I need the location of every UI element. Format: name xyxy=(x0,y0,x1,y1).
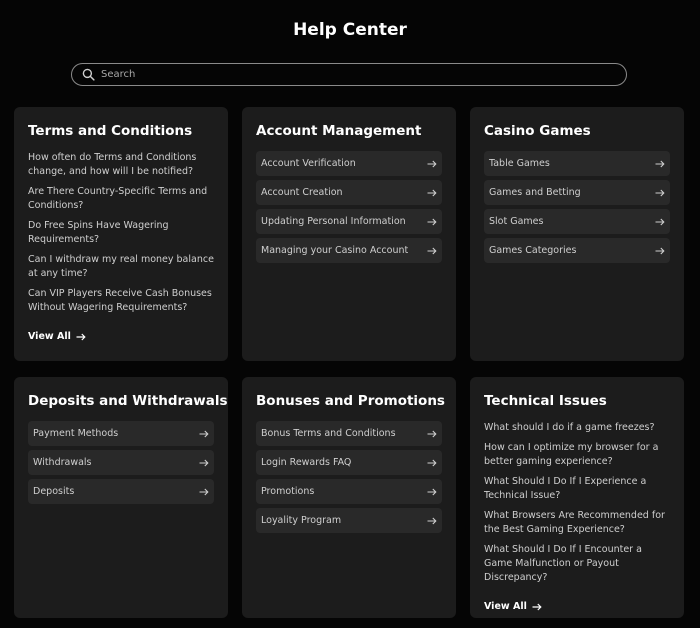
link-list: Bonus Terms and Conditions Login Rewards… xyxy=(256,421,442,533)
link-label: Payment Methods xyxy=(33,428,119,439)
link-label: Slot Games xyxy=(489,216,544,227)
link-item[interactable]: Promotions xyxy=(256,479,442,504)
link-item[interactable]: Updating Personal Information xyxy=(256,209,442,234)
link-item[interactable]: Withdrawals xyxy=(28,450,214,475)
link-label: Games and Betting xyxy=(489,187,581,198)
search-input[interactable] xyxy=(101,69,601,80)
arrow-right-icon xyxy=(76,333,86,340)
link-item[interactable]: Payment Methods xyxy=(28,421,214,446)
card-bonuses-and-promotions: Bonuses and Promotions Bonus Terms and C… xyxy=(242,377,456,618)
search-bar[interactable] xyxy=(71,63,627,86)
arrow-right-icon xyxy=(427,218,437,225)
faq-item[interactable]: Can I withdraw my real money balance at … xyxy=(28,253,214,281)
arrow-right-icon xyxy=(532,603,542,610)
view-all-link[interactable]: View All xyxy=(28,331,86,342)
card-title: Casino Games xyxy=(484,123,591,139)
card-technical-issues: Technical Issues What should I do if a g… xyxy=(470,377,684,618)
link-item[interactable]: Loyality Program xyxy=(256,508,442,533)
arrow-right-icon xyxy=(199,488,209,495)
link-item[interactable]: Games Categories xyxy=(484,238,670,263)
faq-item[interactable]: Are There Country-Specific Terms and Con… xyxy=(28,185,214,213)
link-label: Account Creation xyxy=(261,187,343,198)
arrow-right-icon xyxy=(427,189,437,196)
arrow-right-icon xyxy=(655,218,665,225)
faq-list: What should I do if a game freezes? How … xyxy=(484,421,670,585)
card-title: Technical Issues xyxy=(484,393,607,409)
faq-item[interactable]: What should I do if a game freezes? xyxy=(484,421,670,435)
link-label: Login Rewards FAQ xyxy=(261,457,352,468)
link-list: Table Games Games and Betting Slot Games… xyxy=(484,151,670,263)
arrow-right-icon xyxy=(655,247,665,254)
help-center-page: Help Center Terms and Conditions How oft… xyxy=(0,0,700,628)
view-all-label: View All xyxy=(484,601,527,612)
arrow-right-icon xyxy=(427,488,437,495)
card-title: Deposits and Withdrawals xyxy=(28,393,228,409)
link-item[interactable]: Deposits xyxy=(28,479,214,504)
link-item[interactable]: Account Verification xyxy=(256,151,442,176)
search-icon xyxy=(82,68,95,81)
arrow-right-icon xyxy=(427,247,437,254)
arrow-right-icon xyxy=(655,160,665,167)
card-casino-games: Casino Games Table Games Games and Betti… xyxy=(470,107,684,361)
link-label: Deposits xyxy=(33,486,75,497)
arrow-right-icon xyxy=(427,459,437,466)
arrow-right-icon xyxy=(427,430,437,437)
link-item[interactable]: Account Creation xyxy=(256,180,442,205)
card-terms-and-conditions: Terms and Conditions How often do Terms … xyxy=(14,107,228,361)
link-item[interactable]: Table Games xyxy=(484,151,670,176)
arrow-right-icon xyxy=(199,430,209,437)
link-item[interactable]: Slot Games xyxy=(484,209,670,234)
link-item[interactable]: Login Rewards FAQ xyxy=(256,450,442,475)
faq-item[interactable]: What Should I Do If I Experience a Techn… xyxy=(484,475,670,503)
link-label: Updating Personal Information xyxy=(261,216,406,227)
link-list: Account Verification Account Creation Up… xyxy=(256,151,442,263)
link-item[interactable]: Games and Betting xyxy=(484,180,670,205)
link-label: Managing your Casino Account xyxy=(261,245,409,256)
card-title: Bonuses and Promotions xyxy=(256,393,445,409)
card-title: Terms and Conditions xyxy=(28,123,193,139)
link-label: Promotions xyxy=(261,486,315,497)
link-list: Payment Methods Withdrawals Deposits xyxy=(28,421,214,504)
arrow-right-icon xyxy=(427,517,437,524)
faq-item[interactable]: What Browsers Are Recommended for the Be… xyxy=(484,509,670,537)
view-all-label: View All xyxy=(28,331,71,342)
arrow-right-icon xyxy=(655,189,665,196)
page-title: Help Center xyxy=(293,20,407,40)
card-deposits-and-withdrawals: Deposits and Withdrawals Payment Methods… xyxy=(14,377,228,618)
faq-list: How often do Terms and Conditions change… xyxy=(28,151,214,315)
faq-item[interactable]: How can I optimize my browser for a bett… xyxy=(484,441,670,469)
link-label: Withdrawals xyxy=(33,457,92,468)
faq-item[interactable]: How often do Terms and Conditions change… xyxy=(28,151,214,179)
faq-item[interactable]: Do Free Spins Have Wagering Requirements… xyxy=(28,219,214,247)
link-item[interactable]: Bonus Terms and Conditions xyxy=(256,421,442,446)
link-label: Account Verification xyxy=(261,158,356,169)
arrow-right-icon xyxy=(427,160,437,167)
view-all-link[interactable]: View All xyxy=(484,601,542,612)
card-account-management: Account Management Account Verification … xyxy=(242,107,456,361)
link-label: Table Games xyxy=(489,158,550,169)
link-label: Loyality Program xyxy=(261,515,342,526)
link-label: Bonus Terms and Conditions xyxy=(261,428,396,439)
arrow-right-icon xyxy=(199,459,209,466)
link-item[interactable]: Managing your Casino Account xyxy=(256,238,442,263)
faq-item[interactable]: Can VIP Players Receive Cash Bonuses Wit… xyxy=(28,287,214,315)
card-title: Account Management xyxy=(256,123,422,139)
link-label: Games Categories xyxy=(489,245,577,256)
faq-item[interactable]: What Should I Do If I Encounter a Game M… xyxy=(484,543,670,585)
